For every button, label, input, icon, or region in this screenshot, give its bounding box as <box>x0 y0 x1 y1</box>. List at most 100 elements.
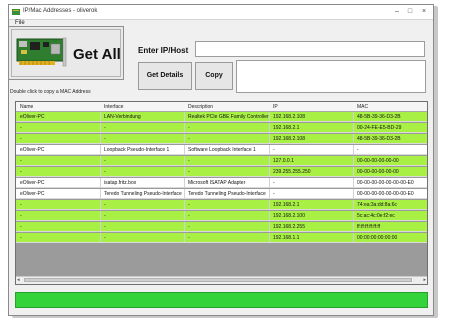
column-divider <box>100 222 101 231</box>
table-cell: 192.168.1.1 <box>273 235 300 241</box>
column-divider <box>100 123 101 132</box>
table-cell: - <box>20 158 22 164</box>
table-row[interactable]: eOliver-PC Teredo Tunneling Pseudo-Interf… <box>16 189 427 199</box>
column-divider <box>100 178 101 187</box>
column-divider <box>269 112 270 121</box>
table-cell: eOliver-PC <box>20 180 45 186</box>
table-row[interactable]: - - - 239.255.255.250 00-00-00-00-00-00 <box>16 167 427 177</box>
column-divider <box>100 145 101 154</box>
minimize-icon[interactable]: – <box>391 7 403 16</box>
table-row[interactable]: - - - 192.168.2.1 74:ea:3a:dd:8a:6c <box>16 200 427 210</box>
column-divider <box>353 189 354 198</box>
column-header-interface[interactable]: Interface <box>104 104 123 110</box>
table-cell: - <box>188 125 190 131</box>
column-divider <box>353 222 354 231</box>
host-label: Enter IP/Host <box>138 46 189 55</box>
column-divider <box>100 112 101 121</box>
copy-hint: Double click to copy a MAC Address <box>10 89 91 95</box>
table-row[interactable]: eOliver-PC LAN-Verbindung Realtek PCIe GBE… <box>16 112 427 122</box>
table-cell: 48-5B-39-36-D3-2B <box>357 114 401 120</box>
column-divider <box>269 134 270 143</box>
table-cell: 00:00:00:00:00:00 <box>357 235 398 241</box>
table-cell: - <box>188 158 190 164</box>
table-cell: - <box>188 213 190 219</box>
column-divider <box>100 134 101 143</box>
table-cell: eOliver-PC <box>20 147 45 153</box>
table-cell: LAN-Verbindung <box>104 114 141 120</box>
column-divider <box>269 145 270 154</box>
title-bar: IP/Mac Addresses - oliverok – □ × <box>9 5 433 20</box>
column-divider <box>269 233 270 242</box>
table-cell: Software Loopback Interface 1 <box>188 147 256 153</box>
table-cell: - <box>188 235 190 241</box>
table-cell: Realtek PCIe GBE Family Controller <box>188 114 269 120</box>
table-cell: Teredo Tunneling Pseudo-Interface <box>104 191 182 197</box>
horizontal-scrollbar[interactable]: ◂ ▸ <box>16 276 427 284</box>
column-divider <box>100 211 101 220</box>
column-divider <box>353 167 354 176</box>
column-header-mac[interactable]: MAC <box>357 104 368 110</box>
column-divider <box>269 178 270 187</box>
column-header-description[interactable]: Description <box>188 104 213 110</box>
window-title: IP/Mac Addresses - oliverok <box>23 8 98 14</box>
copy-button[interactable]: Copy <box>195 62 233 90</box>
column-divider <box>269 211 270 220</box>
column-divider <box>184 123 185 132</box>
get-all-button[interactable]: Get All <box>8 26 124 80</box>
table-cell: - <box>104 136 106 142</box>
table-cell: 127.0.0.1 <box>273 158 294 164</box>
address-table[interactable]: Name Interface Description IP MAC eOlive… <box>15 101 428 285</box>
table-row[interactable]: eOliver-PC isatap.fritz.box Microsoft ISAT… <box>16 178 427 188</box>
column-divider <box>269 167 270 176</box>
app-icon <box>12 9 20 15</box>
column-divider <box>353 156 354 165</box>
column-divider <box>353 211 354 220</box>
table-cell: Teredo Tunneling Pseudo-Interface <box>188 191 266 197</box>
table-cell: 192.168.2.108 <box>273 136 305 142</box>
column-divider <box>353 145 354 154</box>
table-cell: Microsoft ISATAP Adapter <box>188 180 246 186</box>
column-divider <box>100 167 101 176</box>
table-row[interactable]: - - - 192.168.2.255 ff:ff:ff:ff:ff:ff <box>16 222 427 232</box>
table-cell: - <box>104 125 106 131</box>
table-cell: - <box>273 180 275 186</box>
scrollbar-thumb[interactable] <box>24 278 412 282</box>
column-divider <box>184 112 185 121</box>
table-cell: - <box>20 224 22 230</box>
host-input[interactable] <box>195 41 425 57</box>
table-cell: - <box>104 224 106 230</box>
column-divider <box>269 200 270 209</box>
table-header: Name Interface Description IP MAC <box>16 102 427 112</box>
column-divider <box>100 189 101 198</box>
table-cell: 5c:ac:4c:0e:f2:ec <box>357 213 395 219</box>
table-row[interactable]: - - - 192.168.2.108 48-5B-39-36-D3-2B <box>16 134 427 144</box>
details-output[interactable] <box>236 60 426 93</box>
close-icon[interactable]: × <box>418 7 430 16</box>
get-all-label: Get All <box>73 46 121 63</box>
status-progress-bar <box>15 292 428 308</box>
table-cell: eOliver-PC <box>20 114 45 120</box>
table-row[interactable]: - - - 127.0.0.1 00-00-00-00-00-00 <box>16 156 427 166</box>
column-header-ip[interactable]: IP <box>273 104 278 110</box>
table-row[interactable]: - - - 192.168.2.1 00-24-FE-E5-BD-29 <box>16 123 427 133</box>
table-row[interactable]: - - - 192.168.2.100 5c:ac:4c:0e:f2:ec <box>16 211 427 221</box>
table-cell: 00-24-FE-E5-BD-29 <box>357 125 402 131</box>
table-cell: - <box>188 202 190 208</box>
table-row[interactable]: - - - 192.168.1.1 00:00:00:00:00:00 <box>16 233 427 243</box>
table-cell: - <box>20 169 22 175</box>
table-cell: 192.168.2.1 <box>273 202 300 208</box>
column-divider <box>100 200 101 209</box>
table-row[interactable]: eOliver-PC Loopback Pseudo-Interface 1 Sof… <box>16 145 427 155</box>
column-divider <box>353 233 354 242</box>
column-header-name[interactable]: Name <box>20 104 33 110</box>
scroll-right-icon[interactable]: ▸ <box>423 277 426 283</box>
maximize-icon[interactable]: □ <box>404 7 416 16</box>
scroll-left-icon[interactable]: ◂ <box>17 277 20 283</box>
get-details-button[interactable]: Get Details <box>138 62 192 90</box>
table-cell: - <box>104 213 106 219</box>
table-cell: 192.168.2.255 <box>273 224 305 230</box>
table-cell: - <box>104 169 106 175</box>
column-divider <box>184 134 185 143</box>
table-cell: - <box>20 213 22 219</box>
table-cell: - <box>104 235 106 241</box>
